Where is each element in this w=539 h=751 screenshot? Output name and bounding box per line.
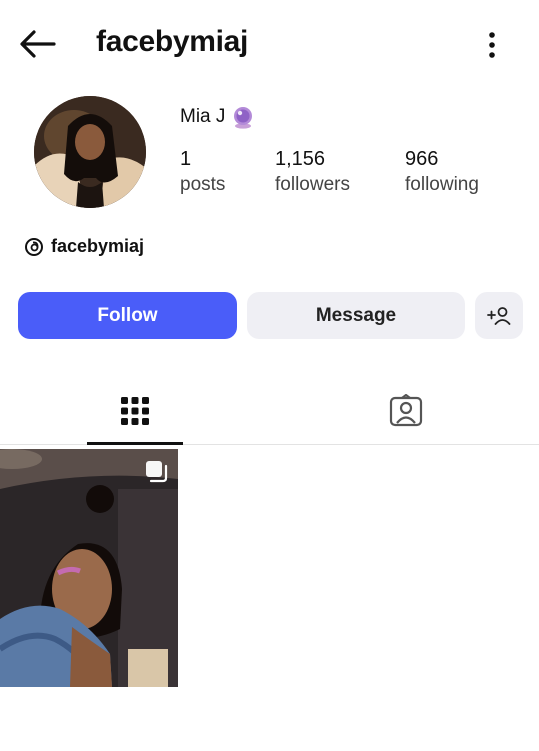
post-image <box>0 449 178 687</box>
display-name: Mia J <box>180 106 226 127</box>
grid-icon <box>121 397 149 425</box>
threads-handle: facebymiaj <box>51 236 145 256</box>
stat-following-label: following <box>405 174 479 195</box>
post-thumbnail[interactable] <box>0 449 178 687</box>
stat-posts-label: posts <box>180 174 226 195</box>
stat-followers[interactable]: 1,156 followers <box>275 147 350 199</box>
stat-following[interactable]: 966 following <box>405 147 479 199</box>
active-tab-indicator <box>87 442 183 445</box>
threads-profile-link[interactable]: facebymiaj <box>24 236 144 257</box>
stat-following-count: 966 <box>405 148 439 170</box>
profile-avatar[interactable] <box>34 96 146 208</box>
tagged-person-icon <box>389 394 423 427</box>
display-name-row: Mia J <box>180 105 255 129</box>
profile-username: facebymiaj <box>96 25 249 58</box>
profile-tabs <box>0 378 539 445</box>
top-bar: facebymiaj <box>0 0 539 90</box>
message-button[interactable]: Message <box>247 292 465 339</box>
stat-followers-label: followers <box>275 174 350 195</box>
tab-posts-grid[interactable] <box>87 378 183 444</box>
more-options-icon[interactable] <box>480 30 504 60</box>
add-person-icon <box>487 306 511 325</box>
follow-button[interactable]: Follow <box>18 292 237 339</box>
stat-followers-count: 1,156 <box>275 148 326 170</box>
tab-tagged[interactable] <box>358 378 454 444</box>
stat-posts[interactable]: 1 posts <box>180 147 225 199</box>
back-arrow-icon[interactable] <box>18 27 58 61</box>
crystal-ball-icon <box>234 107 253 129</box>
stat-posts-count: 1 <box>180 148 192 170</box>
threads-icon <box>25 237 43 256</box>
suggested-accounts-button[interactable] <box>475 292 523 339</box>
avatar-image <box>34 96 146 208</box>
multiple-posts-icon <box>146 461 168 483</box>
